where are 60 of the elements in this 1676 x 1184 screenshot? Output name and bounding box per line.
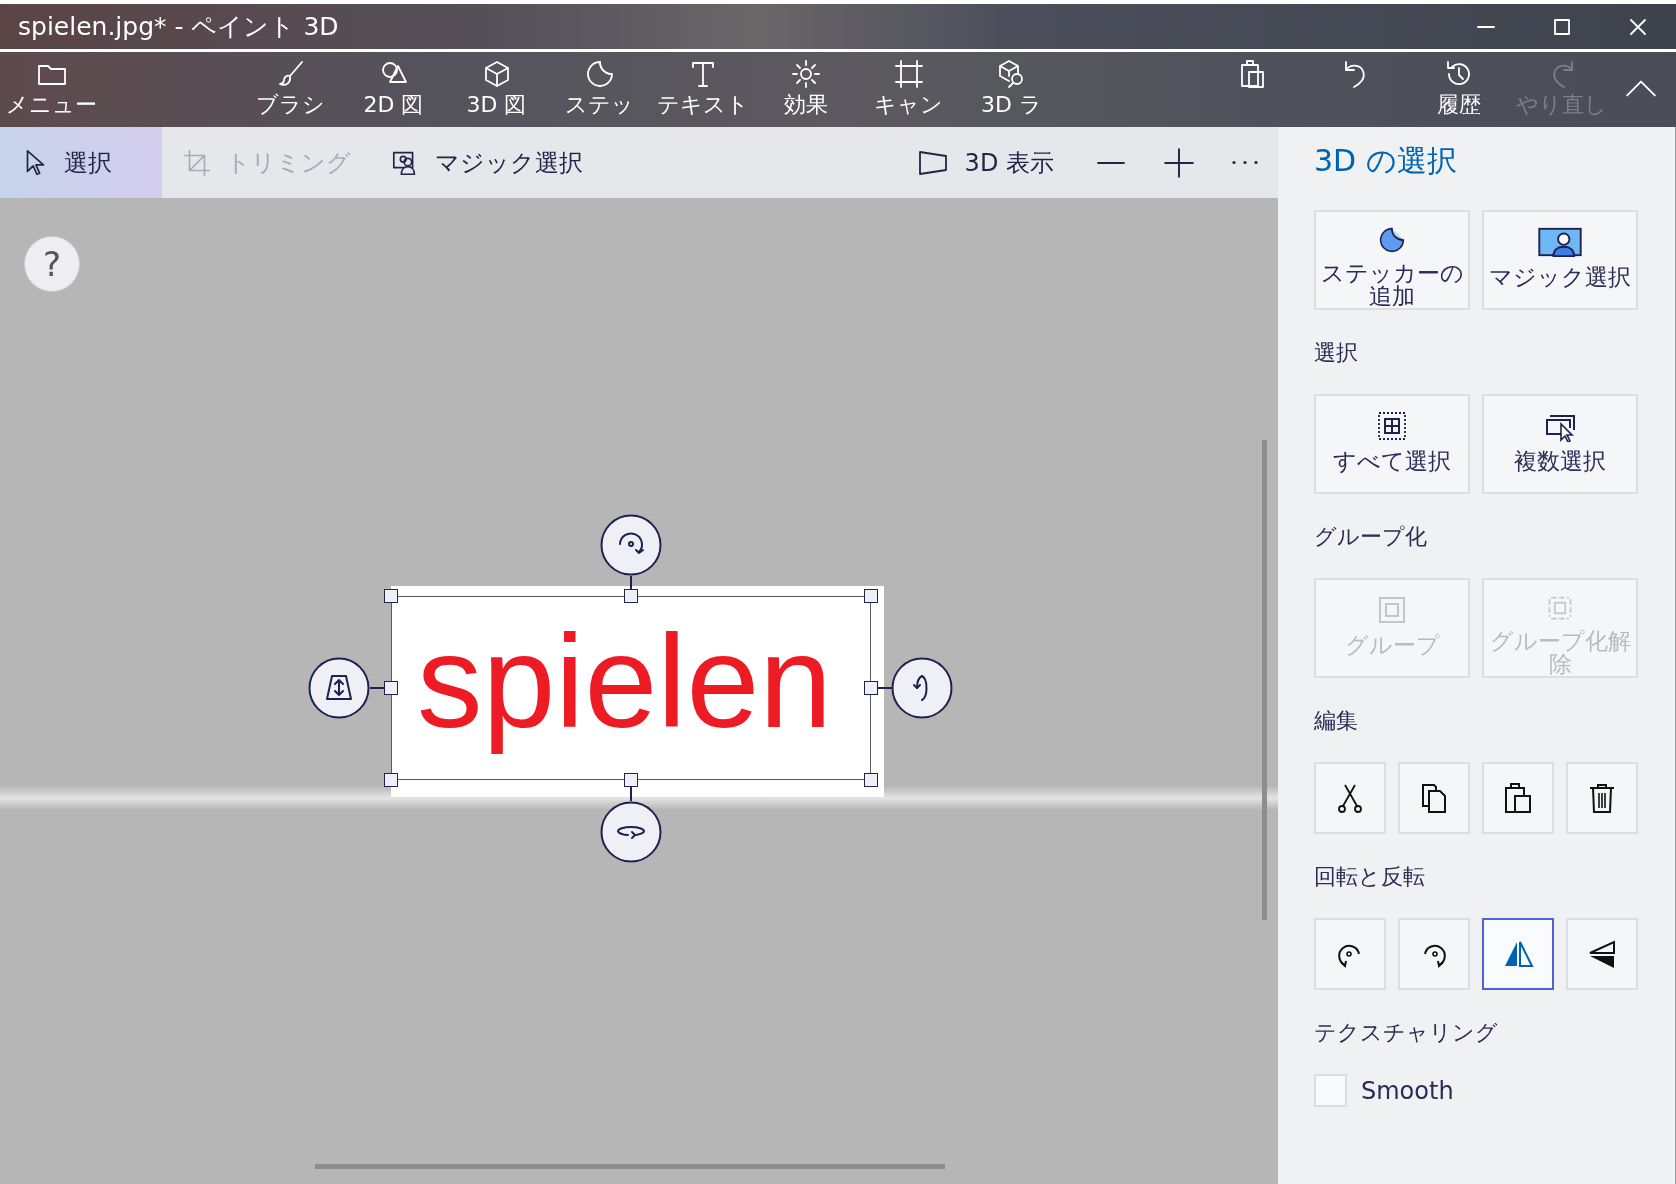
rotate-left-button[interactable]: [1314, 918, 1386, 990]
rotate-handle[interactable]: [600, 801, 662, 863]
window-title: spielen.jpg* - ペイント 3D: [17, 11, 340, 43]
resize-handle[interactable]: [864, 773, 878, 787]
help-button[interactable]: ?: [24, 236, 80, 292]
toolbar-button[interactable]: 3D 図: [445, 52, 548, 127]
tool-tab[interactable]: マジック選択: [371, 127, 603, 198]
trash-button[interactable]: [1566, 762, 1638, 834]
resize-handle[interactable]: [384, 681, 398, 695]
tool-button[interactable]: ステッカーの追加: [1314, 210, 1470, 310]
select-all-icon: [1376, 410, 1408, 442]
crop-frame-icon: [892, 58, 925, 90]
resize-handle[interactable]: [864, 589, 878, 603]
tool-tab[interactable]: 選択: [0, 127, 162, 198]
scrollbar[interactable]: [315, 1164, 945, 1169]
checkbox-label: Smooth: [1361, 1076, 1454, 1105]
section-heading: テクスチャリング: [1314, 1019, 1499, 1047]
panel-title: 3D の選択: [1314, 142, 1458, 180]
toolbar-button[interactable]: 2D 図: [342, 52, 445, 127]
flip-vertical-button[interactable]: [1566, 918, 1638, 990]
toolbar-button[interactable]: メニュー: [0, 52, 103, 127]
depth-handle[interactable]: [308, 657, 370, 719]
resize-handle[interactable]: [384, 773, 398, 787]
sun-icon: [789, 58, 822, 90]
toolbar-button[interactable]: キャン: [857, 52, 960, 127]
group-icon: [1376, 594, 1408, 626]
resize-handle[interactable]: [384, 589, 398, 603]
resize-handle[interactable]: [624, 589, 638, 603]
scrollbar[interactable]: [1262, 440, 1267, 920]
toolbar-button[interactable]: テキスト: [651, 52, 754, 127]
tool-button[interactable]: マジック選択: [1482, 210, 1638, 310]
tool-button[interactable]: すべて選択: [1314, 394, 1470, 494]
section-heading: 回転と反転: [1314, 863, 1426, 891]
rotate-handle[interactable]: [891, 657, 953, 719]
crop-icon: [182, 147, 212, 178]
zoom-in-icon: [1162, 145, 1196, 180]
paste-icon: [1502, 782, 1534, 814]
rotate-right-button[interactable]: [1398, 918, 1470, 990]
copy-button[interactable]: [1398, 762, 1470, 834]
section-heading: グループ化: [1314, 523, 1428, 551]
tool-button[interactable]: 複数選択: [1482, 394, 1638, 494]
scissors-button[interactable]: [1314, 762, 1386, 834]
rotate-handle[interactable]: [600, 514, 662, 576]
3d-view-button[interactable]: 3D 表示: [910, 146, 1060, 179]
toolbar-button[interactable]: 効果: [754, 52, 857, 127]
toolbar-button[interactable]: 履歴: [1407, 52, 1510, 127]
flip-horizontal-button[interactable]: [1482, 918, 1554, 990]
toolbar-button[interactable]: 3D ラ: [960, 52, 1063, 127]
person-picture-icon: [1536, 226, 1584, 258]
section-heading: 編集: [1314, 707, 1359, 735]
image-text: spielen: [417, 607, 833, 758]
paste-button[interactable]: [1482, 762, 1554, 834]
toolbar-button[interactable]: ブラシ: [239, 52, 342, 127]
resize-handle[interactable]: [864, 681, 878, 695]
resize-handle[interactable]: [624, 773, 638, 787]
toolbar-button[interactable]: ステッ: [548, 52, 651, 127]
zoom-out-icon: [1094, 160, 1128, 165]
more-icon: [1230, 160, 1260, 165]
checkbox[interactable]: [1314, 1074, 1347, 1107]
section-heading: 選択: [1314, 339, 1359, 367]
